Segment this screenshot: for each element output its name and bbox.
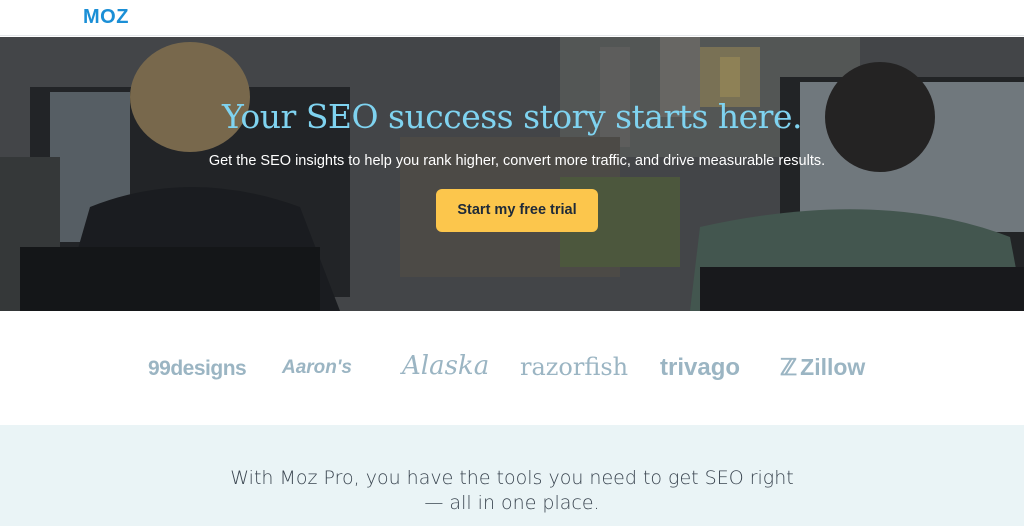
logo-zillow-text: Zillow	[800, 354, 866, 380]
hero-dark-overlay	[0, 37, 1024, 311]
logo-zillow: ℤ Zillow	[780, 354, 865, 381]
logo-aarons: Aaron's	[282, 357, 352, 378]
hero-headline: Your SEO success story starts here.	[222, 97, 802, 136]
zillow-z-icon: ℤ	[780, 354, 798, 380]
logo-trivago: trivago	[660, 354, 741, 381]
logo-alaska: Alaska	[402, 351, 490, 381]
logo-razorfish: razorfish	[520, 353, 629, 381]
hero-section: Your SEO success story starts here. Get …	[0, 37, 1024, 311]
hero-subheadline: Get the SEO insights to help you rank hi…	[208, 153, 826, 169]
customer-logos-strip: 99designs Aaron's Alaska razorfish triva…	[0, 311, 1024, 425]
intro-text: With Moz Pro, you have the tools you nee…	[230, 467, 794, 514]
logo-99designs: 99designs	[148, 357, 247, 380]
intro-section: With Moz Pro, you have the tools you nee…	[0, 425, 1024, 526]
start-free-trial-button[interactable]: Start my free trial	[436, 189, 598, 232]
moz-logo[interactable]: MOZ	[83, 6, 129, 29]
top-navigation-bar: MOZ	[0, 0, 1024, 36]
